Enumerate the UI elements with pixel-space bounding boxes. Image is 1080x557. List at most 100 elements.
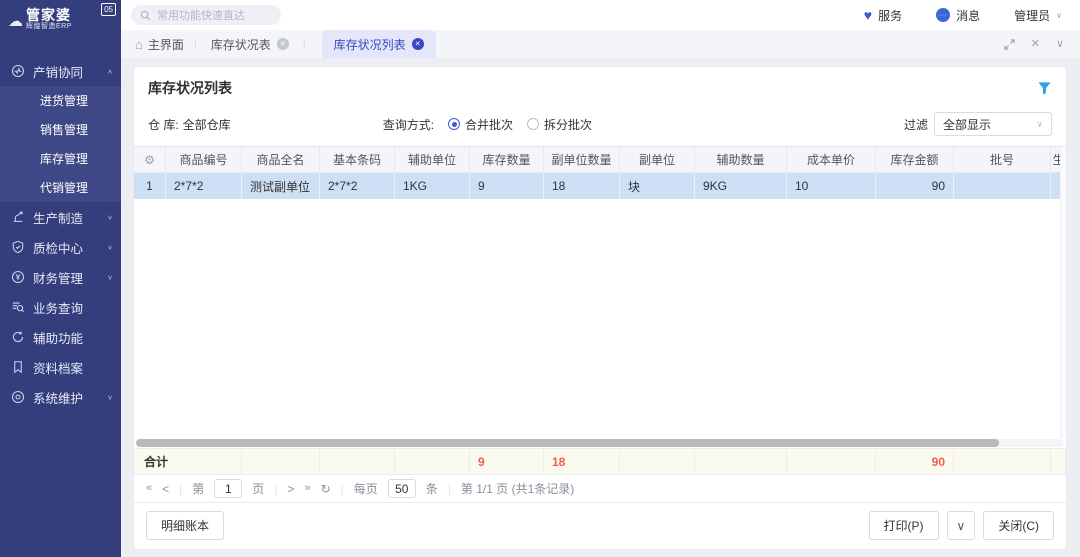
sidebar-item-auxiliary[interactable]: 辅助功能 xyxy=(0,322,121,352)
pager-separator: | xyxy=(341,482,344,496)
totals-row: 合计 9 18 90 xyxy=(134,448,1066,475)
brand-name: 管家婆 xyxy=(26,8,72,23)
target-icon xyxy=(11,390,25,404)
sidebar-item-finance-mgmt[interactable]: 财务管理 ∨ xyxy=(0,262,121,292)
close-icon[interactable]: ✕ xyxy=(277,38,289,50)
sidebar-item-label: 业务查询 xyxy=(33,298,83,317)
tab-label: 库存状况表 xyxy=(211,36,271,53)
per-page-pre-label: 每页 xyxy=(354,480,378,497)
horizontal-scrollbar[interactable] xyxy=(136,439,1064,447)
tab-inventory-status-list[interactable]: 库存状况列表 ✕ xyxy=(322,30,436,58)
chevron-down-icon: ∨ xyxy=(107,273,113,280)
service-menu[interactable]: ♥ 服务 xyxy=(864,7,902,24)
cell-aux-qty: 9KG xyxy=(695,173,787,199)
column-header[interactable]: 库存金额 xyxy=(876,147,954,172)
radio-selected-icon xyxy=(448,118,460,130)
close-icon[interactable]: ✕ xyxy=(1031,39,1040,50)
search-list-icon xyxy=(11,300,25,314)
sub-item-label: 代销管理 xyxy=(40,179,88,196)
tab-home[interactable]: ⌂ 主界面 xyxy=(135,36,184,53)
sidebar-item-sales-mgmt[interactable]: 销售管理 xyxy=(0,115,121,144)
topbar: 常用功能快速直达 ♥ 服务 ··· 消息 管理员 ∨ xyxy=(121,0,1080,30)
column-header[interactable]: 辅助数量 xyxy=(695,147,787,172)
sidebar-item-business-query[interactable]: 业务查询 xyxy=(0,292,121,322)
tab-label: 库存状况列表 xyxy=(334,36,406,53)
filter-select[interactable]: 全部显示 ∨ xyxy=(934,112,1052,136)
sub-item-label: 销售管理 xyxy=(40,121,88,138)
next-page-button[interactable]: > xyxy=(287,483,294,495)
search-placeholder: 常用功能快速直达 xyxy=(157,7,245,23)
pager-separator: | xyxy=(448,482,451,496)
collapse-icon[interactable]: ∨ xyxy=(1056,39,1064,50)
page-number-input[interactable]: 1 xyxy=(214,479,242,498)
messages-menu[interactable]: ··· 消息 xyxy=(936,7,980,24)
radio-split-batches[interactable]: 拆分批次 xyxy=(527,116,592,133)
vertical-scrollbar[interactable] xyxy=(1060,147,1066,438)
maximize-icon[interactable] xyxy=(1004,39,1015,50)
sidebar: ☁ 管家婆 辉煌智造ERP 05 产销协同 ∧ 进货管理 销售管理 库存管理 代… xyxy=(0,0,121,557)
sidebar-item-label: 产销协同 xyxy=(33,62,83,81)
quick-search-input[interactable]: 常用功能快速直达 xyxy=(131,5,281,25)
sidebar-item-label: 生产制造 xyxy=(33,208,83,227)
message-icon: ··· xyxy=(936,8,950,22)
footer-button-row: 明细账本 打印(P) ∨ 关闭(C) xyxy=(134,503,1066,549)
refresh-circle-icon xyxy=(11,330,25,344)
user-menu[interactable]: 管理员 ∨ xyxy=(1014,7,1062,24)
prev-page-button[interactable]: < xyxy=(162,483,169,495)
sidebar-item-data-archive[interactable]: 资料档案 xyxy=(0,352,121,382)
tab-inventory-status[interactable]: 库存状况表 ✕ xyxy=(207,30,293,58)
sidebar-item-label: 辅助功能 xyxy=(33,328,83,347)
record-summary: 第 1/1 页 (共1条记录) xyxy=(461,480,574,497)
per-page-input[interactable]: 50 xyxy=(388,479,416,498)
chevron-down-icon: ∨ xyxy=(107,243,113,250)
heart-icon: ♥ xyxy=(864,8,872,22)
sidebar-item-quality-center[interactable]: 质检中心 ∨ xyxy=(0,232,121,262)
radio-merge-batches[interactable]: 合并批次 xyxy=(448,116,513,133)
close-button[interactable]: 关闭(C) xyxy=(983,511,1054,540)
filter-funnel-icon[interactable] xyxy=(1037,81,1052,96)
page-post-label: 页 xyxy=(252,480,264,497)
column-header[interactable]: 批号 xyxy=(954,147,1051,172)
print-options-button[interactable]: ∨ xyxy=(947,511,976,540)
shield-icon xyxy=(11,240,25,254)
scrollbar-thumb[interactable] xyxy=(136,439,999,447)
column-header[interactable]: 副单位 xyxy=(620,147,695,172)
column-header[interactable]: 商品编号 xyxy=(166,147,242,172)
sub-item-label: 库存管理 xyxy=(40,150,88,167)
sidebar-item-production-sales[interactable]: 产销协同 ∧ xyxy=(0,56,121,86)
table-row[interactable]: 1 2*7*2 测试副单位 2*7*2 1KG 9 18 块 9KG 10 90 xyxy=(134,173,1066,199)
table-zone: ⚙ 商品编号 商品全名 基本条码 辅助单位 库存数量 副单位数量 副单位 辅助数… xyxy=(134,146,1066,438)
cell-cost-price: 10 xyxy=(787,173,876,199)
brand-logo: ☁ 管家婆 辉煌智造ERP 05 xyxy=(0,0,121,42)
cloud-icon: ☁ xyxy=(8,14,23,29)
detail-ledger-button[interactable]: 明细账本 xyxy=(146,511,224,540)
close-icon[interactable]: ✕ xyxy=(412,38,424,50)
cell-sub-unit-qty: 18 xyxy=(544,173,620,199)
warehouse-value[interactable]: 全部仓库 xyxy=(183,116,231,133)
column-header[interactable]: 基本条码 xyxy=(320,147,395,172)
column-header[interactable]: 商品全名 xyxy=(242,147,320,172)
refresh-icon[interactable]: ↻ xyxy=(321,483,331,495)
first-page-button[interactable]: « xyxy=(146,483,152,494)
last-page-button[interactable]: » xyxy=(304,483,310,494)
sidebar-nav: 产销协同 ∧ 进货管理 销售管理 库存管理 代销管理 生产制造 ∨ xyxy=(0,56,121,412)
sidebar-item-inventory-mgmt[interactable]: 库存管理 xyxy=(0,144,121,173)
sidebar-item-purchase-mgmt[interactable]: 进货管理 xyxy=(0,86,121,115)
sidebar-item-consignment-mgmt[interactable]: 代销管理 xyxy=(0,173,121,202)
column-header[interactable]: 库存数量 xyxy=(470,147,544,172)
column-header[interactable]: 成本单价 xyxy=(787,147,876,172)
tab-home-label: 主界面 xyxy=(148,36,184,53)
sidebar-item-system-maintenance[interactable]: 系统维护 ∨ xyxy=(0,382,121,412)
content-card: 库存状况列表 仓 库: 全部仓库 查询方式: 合并批次 拆分批次 过滤 xyxy=(133,66,1067,550)
column-settings-gear-icon[interactable]: ⚙ xyxy=(144,153,155,167)
home-icon: ⌂ xyxy=(135,38,143,51)
version-badge: 05 xyxy=(101,3,116,16)
column-header[interactable]: 辅助单位 xyxy=(395,147,470,172)
machine-icon xyxy=(11,210,25,224)
print-button[interactable]: 打印(P) xyxy=(869,511,939,540)
sidebar-item-label: 财务管理 xyxy=(33,268,83,287)
sidebar-item-manufacturing[interactable]: 生产制造 ∨ xyxy=(0,202,121,232)
column-header[interactable]: 副单位数量 xyxy=(544,147,620,172)
cell-stock-amount: 90 xyxy=(876,173,954,199)
messages-label: 消息 xyxy=(956,7,980,24)
